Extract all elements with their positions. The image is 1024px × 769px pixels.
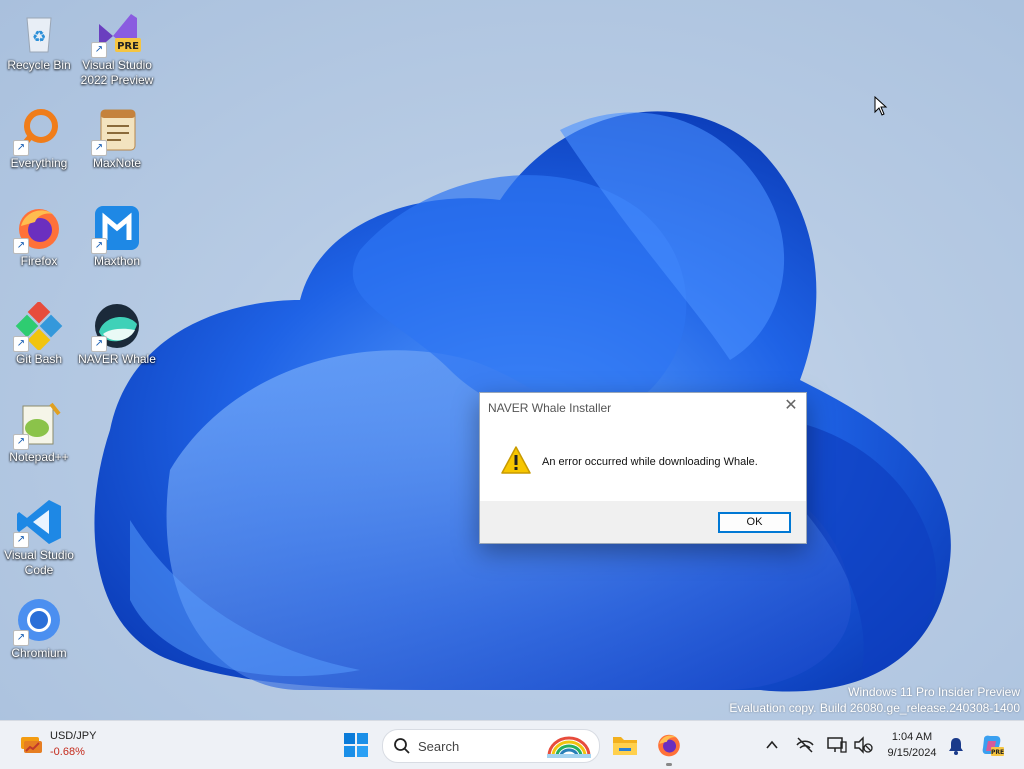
desktop-icon-label: Everything (10, 156, 68, 170)
desktop-icon-chromium[interactable]: ↗ Chromium (0, 596, 78, 661)
copilot-icon[interactable]: PRE (980, 733, 1004, 757)
desktop-icon-label: Notepad++ (9, 450, 69, 464)
currency-chart-icon (21, 737, 42, 753)
desktop-icon-label: Firefox (20, 254, 58, 268)
svg-text:♻: ♻ (32, 27, 46, 46)
shortcut-arrow-icon: ↗ (91, 336, 107, 352)
notepadpp-icon: ↗ (13, 400, 63, 450)
search-placeholder: Search (418, 739, 460, 754)
dialog-titlebar[interactable]: NAVER Whale Installer ✕ (480, 393, 806, 423)
shortcut-arrow-icon: ↗ (91, 238, 107, 254)
svg-text:PRE: PRE (991, 749, 1004, 756)
running-indicator (666, 763, 672, 766)
taskbar-clock[interactable]: 1:04 AM 9/15/2024 (876, 729, 948, 761)
desktop-icon-notepadpp[interactable]: ↗ Notepad++ (0, 400, 78, 465)
chevron-up-icon[interactable] (765, 735, 779, 755)
shortcut-arrow-icon: ↗ (13, 532, 29, 548)
folder-icon (613, 737, 637, 755)
desktop-icon-naver-whale[interactable]: ↗ NAVER Whale (78, 302, 156, 367)
windows-watermark: Windows 11 Pro Insider Preview Evaluatio… (729, 684, 1020, 716)
chromium-icon: ↗ (13, 596, 63, 646)
desktop-icon-label-line2: 2022 Preview (80, 73, 154, 87)
taskbar: USD/JPY -0.68% Search 1:04 AM 9/15/2024 … (0, 720, 1024, 769)
watermark-line2: Evaluation copy. Build 26080.ge_release.… (729, 701, 1020, 715)
clock-date: 9/15/2024 (887, 747, 937, 759)
mouse-cursor-icon (874, 96, 888, 116)
desktop-icon-visual-studio-2022-preview[interactable]: PRE ↗ Visual Studio 2022 Preview (78, 8, 156, 88)
firefox-icon: ↗ (13, 204, 63, 254)
maxnote-icon: ↗ (91, 106, 141, 156)
desktop-icon-label: Chromium (11, 646, 67, 660)
everything-search-icon: ↗ (13, 106, 63, 156)
shortcut-arrow-icon: ↗ (91, 140, 107, 156)
desktop-icon-maxnote[interactable]: ↗ MaxNote (78, 106, 156, 171)
desktop-icon-everything[interactable]: ↗ Everything (0, 106, 78, 171)
volume-muted-icon[interactable] (853, 735, 873, 755)
installer-error-dialog: NAVER Whale Installer ✕ An error occurre… (479, 392, 807, 544)
clock-time: 1:04 AM (891, 731, 933, 743)
weather-widget[interactable]: USD/JPY -0.68% (14, 721, 124, 769)
shortcut-arrow-icon: ↗ (13, 238, 29, 254)
maxthon-icon: ↗ (91, 204, 141, 254)
visual-studio-icon: PRE ↗ (91, 8, 141, 58)
desktop-icon-label: MaxNote (92, 156, 142, 170)
desktop-icon-label: Git Bash (15, 352, 63, 366)
shortcut-arrow-icon: ↗ (13, 336, 29, 352)
search-icon (394, 738, 410, 754)
display-devices-icon[interactable] (826, 735, 848, 755)
desktop-icon-label-line2: Code (24, 563, 54, 577)
watermark-line1: Windows 11 Pro Insider Preview (848, 685, 1020, 699)
desktop-icon-label: Recycle Bin (7, 58, 71, 72)
taskbar-firefox[interactable] (654, 721, 684, 769)
dialog-body: An error occurred while downloading Whal… (480, 423, 806, 501)
error-message: An error occurred while downloading Whal… (542, 456, 758, 468)
desktop-icon-firefox[interactable]: ↗ Firefox (0, 204, 78, 269)
shortcut-arrow-icon: ↗ (13, 434, 29, 450)
shortcut-arrow-icon: ↗ (13, 630, 29, 646)
vscode-icon: ↗ (13, 498, 63, 548)
dialog-footer: OK (480, 501, 806, 543)
taskbar-search-box[interactable]: Search (382, 729, 600, 763)
ok-button[interactable]: OK (718, 512, 791, 533)
notification-bell-icon[interactable] (947, 736, 965, 756)
desktop-icon-git-bash[interactable]: ↗ Git Bash (0, 300, 78, 367)
taskbar-file-explorer[interactable] (610, 721, 640, 769)
dialog-title: NAVER Whale Installer (488, 401, 612, 415)
desktop-icon-label-line1: Visual Studio (82, 58, 152, 72)
close-icon[interactable]: ✕ (776, 393, 806, 421)
firefox-icon (658, 734, 680, 757)
pre-badge: PRE (117, 41, 139, 52)
start-button[interactable] (342, 721, 370, 769)
desktop-icon-label-line1: Visual Studio (4, 548, 74, 562)
desktop-icon-label: NAVER Whale (78, 352, 156, 366)
recycle-bin-icon: ♻ (15, 8, 63, 56)
desktop-icon-label: Maxthon (93, 254, 141, 268)
currency-pair: USD/JPY (50, 730, 97, 742)
shortcut-arrow-icon: ↗ (91, 42, 107, 58)
warning-icon (501, 446, 531, 474)
currency-change: -0.68% (50, 746, 85, 758)
network-disconnected-icon[interactable] (795, 735, 815, 755)
desktop-icon-recycle-bin[interactable]: ♻ Recycle Bin (0, 8, 78, 73)
git-bash-icon: ↗ (13, 300, 63, 352)
shortcut-arrow-icon: ↗ (13, 140, 29, 156)
desktop-icon-maxthon[interactable]: ↗ Maxthon (78, 204, 156, 269)
search-highlight-icon (547, 736, 591, 758)
naver-whale-icon: ↗ (91, 302, 141, 352)
windows-logo-icon (344, 733, 368, 757)
desktop-icon-vscode[interactable]: ↗ Visual Studio Code (0, 498, 78, 578)
